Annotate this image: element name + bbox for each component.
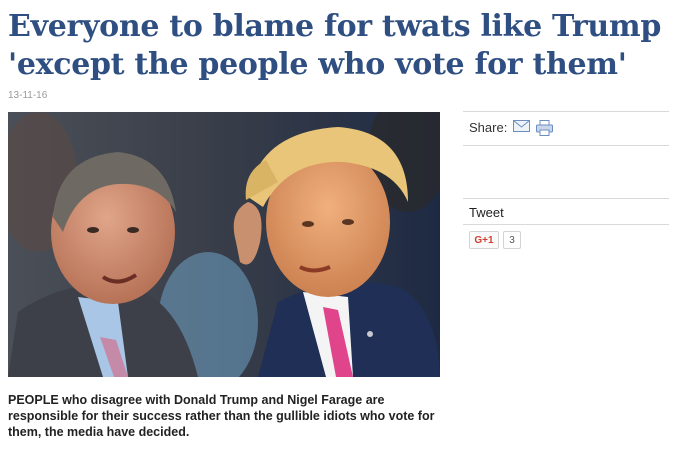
share-spacer — [463, 146, 669, 198]
headline-line-1: Everyone to blame for twats like Trump — [8, 9, 662, 44]
article-date: 13-11-16 — [8, 90, 48, 101]
gplus-button[interactable]: G+1 — [469, 231, 499, 249]
share-label: Share: — [469, 120, 508, 135]
print-icon[interactable] — [536, 120, 554, 139]
email-icon[interactable] — [513, 120, 531, 135]
share-row: Share: — [463, 112, 669, 145]
gplus-row: G+1 3 — [463, 225, 669, 249]
gplus-count: 3 — [503, 231, 521, 249]
share-sidebar: Share: Tweet G+1 3 — [463, 111, 669, 249]
article-photo — [8, 112, 440, 377]
article-caption: PEOPLE who disagree with Donald Trump an… — [8, 393, 435, 439]
headline-line-2: 'except the people who vote for them' — [8, 47, 627, 82]
headline: Everyone to blame for twats like Trump '… — [8, 8, 668, 84]
photo-illustration — [8, 112, 440, 377]
tweet-button[interactable]: Tweet — [463, 199, 669, 224]
